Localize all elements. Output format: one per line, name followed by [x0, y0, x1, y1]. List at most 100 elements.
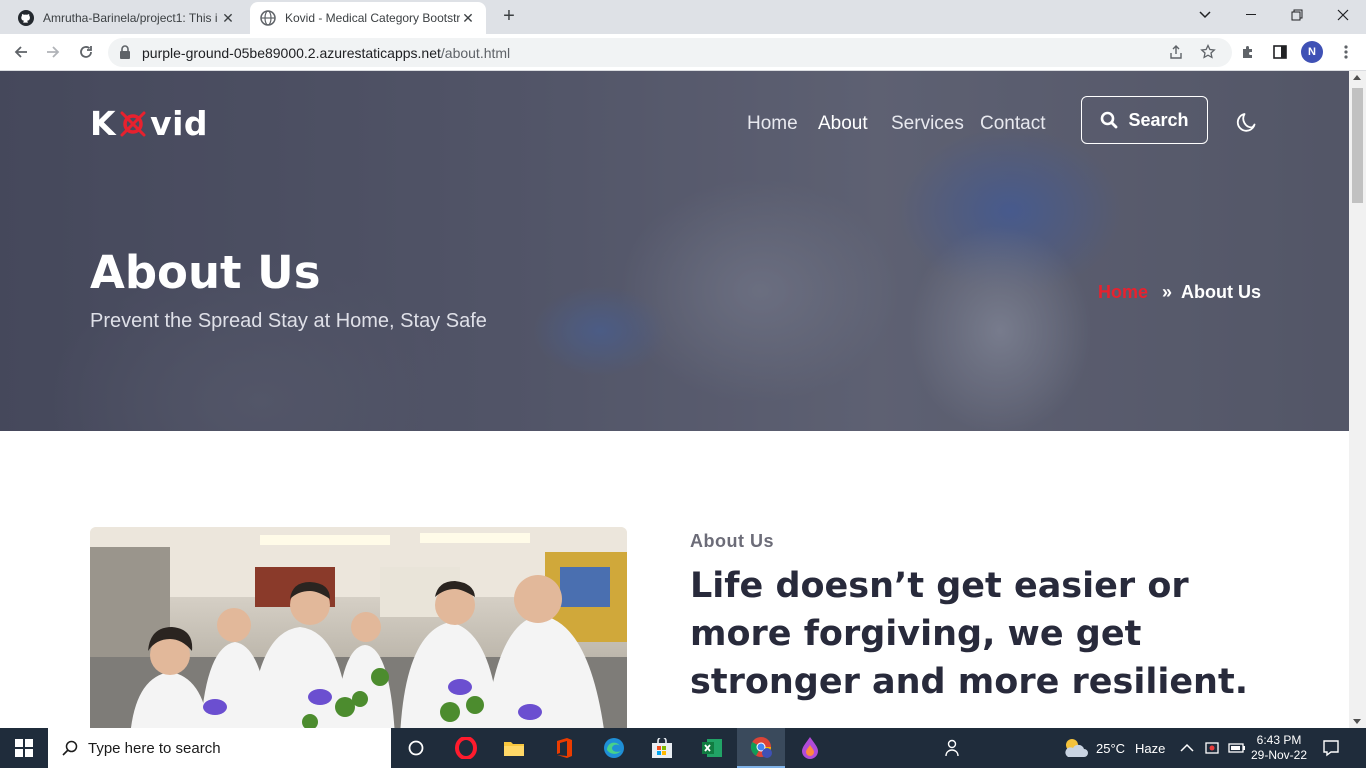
windows-logo-icon	[15, 739, 33, 757]
tab-close-icon[interactable]: ✕	[220, 10, 236, 27]
restore-button[interactable]	[1274, 0, 1320, 30]
weather-widget[interactable]: 25°C Haze	[1062, 728, 1165, 768]
arrow-left-icon	[14, 46, 27, 58]
logo-text-right: vid	[150, 104, 209, 143]
edge-taskbar-button[interactable]	[590, 728, 638, 768]
nav-services[interactable]: Services	[891, 113, 964, 135]
breadcrumb: Home » About Us	[1098, 282, 1261, 303]
hero-banner: K vid Home About Services Contact Search	[0, 71, 1349, 431]
new-tab-button[interactable]: +	[498, 5, 520, 27]
office-taskbar-button[interactable]	[540, 728, 588, 768]
virus-logo-icon	[120, 111, 146, 136]
search-icon	[62, 740, 78, 756]
forward-button[interactable]	[41, 40, 65, 64]
clock-date: 29-Nov-22	[1250, 748, 1308, 762]
url-host: purple-ground-05be89000.2.azurestaticapp…	[142, 45, 441, 61]
star-icon	[1200, 44, 1216, 59]
site-logo[interactable]: K vid	[90, 104, 208, 143]
taskbar-search-box[interactable]: Type here to search	[48, 728, 391, 768]
page-scrollbar[interactable]	[1349, 71, 1366, 728]
chrome-menu-button[interactable]	[1334, 40, 1358, 64]
tab-close-icon[interactable]: ✕	[460, 10, 476, 27]
opera-taskbar-button[interactable]	[442, 728, 490, 768]
windows-taskbar: Type here to search 25°C Haze 6:43 PM 29…	[0, 728, 1366, 768]
chevron-up-icon[interactable]	[1180, 743, 1194, 753]
nav-home[interactable]: Home	[747, 113, 798, 135]
office-icon	[557, 738, 572, 758]
people-icon	[945, 739, 959, 757]
puzzle-icon	[1243, 46, 1252, 58]
notification-icon	[1323, 740, 1339, 757]
scroll-up-icon[interactable]	[1353, 75, 1361, 80]
edge-icon	[604, 738, 624, 758]
store-icon	[652, 738, 672, 758]
start-button[interactable]	[0, 728, 48, 768]
tab-title: Amrutha-Barinela/project1: This i	[43, 11, 218, 25]
nav-contact[interactable]: Contact	[980, 113, 1045, 135]
back-button[interactable]	[9, 40, 33, 64]
about-heading: Life doesn’t get easier or more forgivin…	[690, 566, 1249, 702]
tab-title: Kovid - Medical Category Bootstr	[285, 11, 460, 25]
people-taskbar-button[interactable]	[928, 728, 976, 768]
bookmark-button[interactable]	[1196, 40, 1220, 64]
clock-time: 6:43 PM	[1256, 733, 1302, 747]
taskbar-search-placeholder: Type here to search	[88, 739, 221, 757]
tab-kovid[interactable]: Kovid - Medical Category Bootstr ✕	[250, 2, 486, 34]
opera-icon	[455, 737, 477, 759]
github-icon	[18, 10, 34, 26]
dark-mode-moon-icon[interactable]	[1234, 111, 1258, 135]
logo-text-left: K	[90, 104, 117, 143]
excel-taskbar-button[interactable]	[688, 728, 736, 768]
side-panel-button[interactable]	[1268, 40, 1292, 64]
breadcrumb-home-link[interactable]: Home	[1098, 282, 1148, 303]
task-view-button[interactable]	[392, 728, 440, 768]
search-button-label: Search	[1128, 109, 1189, 130]
reload-icon	[80, 46, 92, 58]
notifications-button[interactable]	[1322, 728, 1340, 768]
security-icon[interactable]	[1204, 740, 1220, 756]
globe-icon	[260, 10, 276, 26]
paint-drop-icon	[802, 737, 818, 759]
clock[interactable]: 6:43 PM 29-Nov-22	[1250, 728, 1308, 768]
url-path: /about.html	[440, 45, 511, 61]
lock-icon[interactable]	[119, 45, 131, 59]
weather-cloud-icon	[1065, 739, 1088, 757]
scroll-down-icon[interactable]	[1353, 719, 1361, 724]
share-button[interactable]	[1164, 40, 1188, 64]
weather-desc: Haze	[1135, 740, 1166, 756]
url-text: purple-ground-05be89000.2.azurestaticapp…	[142, 45, 510, 61]
address-bar[interactable]: purple-ground-05be89000.2.azurestaticapp…	[108, 38, 1232, 67]
page-subtitle: Prevent the Spread Stay at Home, Stay Sa…	[90, 310, 487, 332]
tab-github-project[interactable]: Amrutha-Barinela/project1: This i ✕	[8, 2, 246, 34]
breadcrumb-current: About Us	[1181, 282, 1262, 302]
extensions-button[interactable]	[1236, 40, 1260, 64]
side-panel-icon	[1273, 45, 1287, 59]
search-button[interactable]: Search	[1081, 96, 1208, 144]
scrollbar-thumb[interactable]	[1352, 88, 1363, 203]
close-window-button[interactable]	[1320, 0, 1366, 30]
about-team-photo	[90, 527, 627, 728]
paint-taskbar-button[interactable]	[786, 728, 834, 768]
search-icon	[1101, 111, 1118, 129]
store-taskbar-button[interactable]	[638, 728, 686, 768]
tab-search-chevron-icon[interactable]	[1182, 0, 1228, 30]
weather-temp: 25°C	[1096, 740, 1126, 756]
battery-network-icon[interactable]	[1228, 741, 1246, 755]
profile-avatar[interactable]: N	[1301, 41, 1323, 63]
folder-icon	[504, 742, 524, 756]
arrow-right-icon	[47, 46, 60, 58]
task-view-icon	[408, 740, 424, 756]
page-viewport: K vid Home About Services Contact Search	[0, 71, 1349, 728]
nav-about[interactable]: About	[818, 113, 868, 135]
excel-icon	[702, 739, 722, 757]
reload-button[interactable]	[74, 40, 98, 64]
about-eyebrow: About Us	[690, 531, 774, 551]
browser-toolbar: purple-ground-05be89000.2.azurestaticapp…	[0, 34, 1366, 71]
system-tray	[1180, 728, 1246, 768]
minimize-button[interactable]	[1228, 0, 1274, 30]
share-icon	[1170, 45, 1182, 59]
browser-tab-strip: Amrutha-Barinela/project1: This i ✕ Kovi…	[0, 0, 1366, 34]
chrome-taskbar-button[interactable]	[737, 728, 785, 768]
chrome-icon	[750, 737, 772, 758]
file-explorer-taskbar-button[interactable]	[490, 728, 538, 768]
